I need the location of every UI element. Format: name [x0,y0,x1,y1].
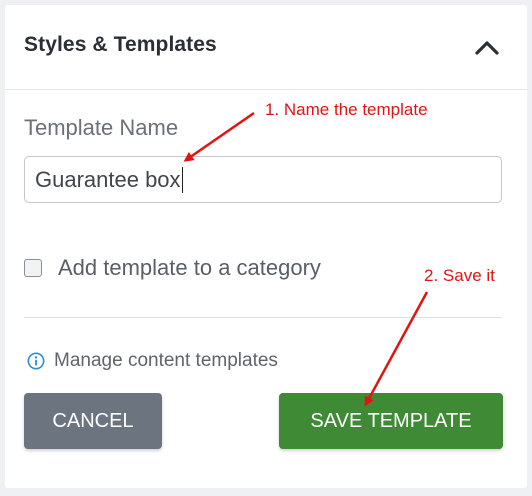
styles-templates-panel: Styles & Templates Template Name Guarant… [5,5,527,488]
cancel-button[interactable]: CANCEL [24,393,162,449]
panel-title: Styles & Templates [24,33,217,56]
template-name-value: Guarantee box [35,166,181,192]
template-name-input[interactable]: Guarantee box [24,156,502,203]
collapse-button[interactable] [471,33,503,61]
divider [24,317,502,318]
category-checkbox[interactable] [24,259,42,277]
save-template-button[interactable]: SAVE TEMPLATE [279,393,503,449]
text-caret [181,166,184,193]
manage-templates-link[interactable]: Manage content templates [27,349,278,373]
template-name-label: Template Name [24,115,179,140]
manage-templates-label: Manage content templates [54,350,278,371]
chevron-up-icon [475,41,499,55]
annotation-step-1: 1. Name the template [265,100,428,119]
annotation-step-2: 2. Save it [424,266,495,285]
category-checkbox-label: Add template to a category [58,255,321,280]
info-icon [27,352,45,370]
category-checkbox-row[interactable]: Add template to a category [24,255,321,281]
panel-header: Styles & Templates [5,5,527,90]
